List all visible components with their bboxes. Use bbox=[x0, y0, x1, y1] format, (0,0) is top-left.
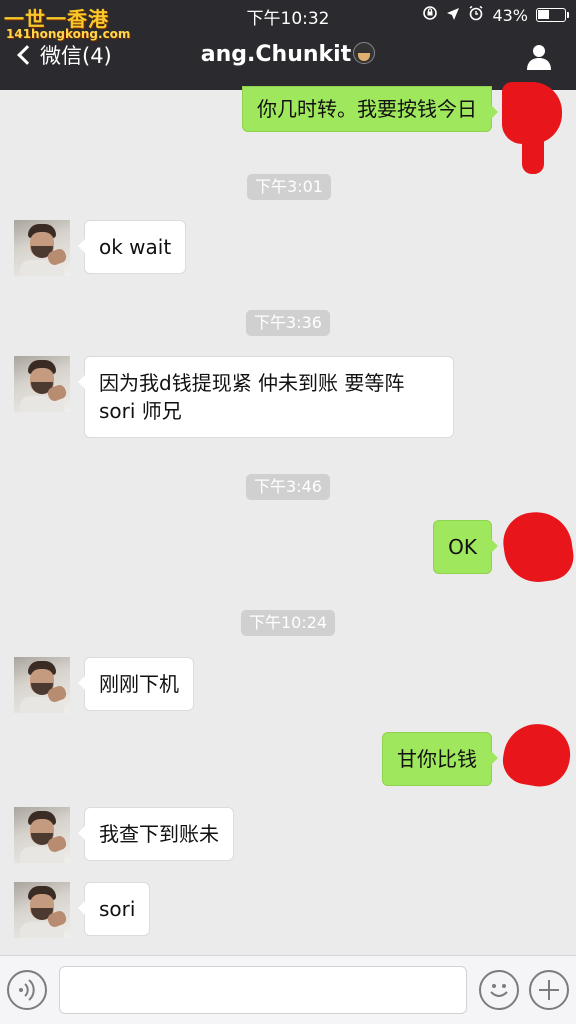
message-text: ok wait bbox=[99, 235, 172, 259]
status-icons: 43% bbox=[422, 5, 569, 25]
battery-percent: 43% bbox=[492, 5, 528, 25]
message-bubble-outgoing[interactable]: 甘你比钱 bbox=[382, 732, 498, 786]
location-icon bbox=[446, 6, 460, 25]
nav-bar: 微信(4) ang.Chunkit bbox=[0, 32, 576, 88]
message-text-line: sori 师兄 bbox=[99, 399, 182, 423]
timestamp: 下午3:01 bbox=[247, 174, 331, 200]
status-bar: 一世一香港 141hongkong.com 下午10:32 43% bbox=[0, 0, 576, 41]
timestamp: 下午10:24 bbox=[241, 610, 336, 636]
avatar[interactable] bbox=[14, 657, 70, 713]
redacted-avatar bbox=[499, 718, 575, 792]
avatar[interactable] bbox=[14, 882, 70, 938]
chat-title: ang.Chunkit bbox=[0, 42, 576, 67]
message-bubble-outgoing[interactable]: 你几时转。我要按钱今日 bbox=[242, 86, 498, 132]
message-text-line: 因为我d钱提现紧 仲未到账 要等阵 bbox=[99, 371, 405, 395]
redacted-avatar bbox=[499, 507, 576, 587]
redacted-avatar-drip bbox=[522, 130, 544, 174]
plus-icon bbox=[539, 980, 559, 1000]
input-bar bbox=[0, 955, 576, 1024]
person-icon bbox=[527, 45, 551, 70]
message-input[interactable] bbox=[59, 966, 467, 1014]
message-bubble-outgoing[interactable]: OK bbox=[433, 520, 498, 574]
message-text: 我查下到账未 bbox=[99, 822, 219, 846]
battery-level bbox=[538, 10, 549, 19]
message-bubble-incoming[interactable]: sori bbox=[77, 882, 151, 936]
message-text: sori bbox=[99, 897, 136, 921]
chat-title-text: ang.Chunkit bbox=[200, 42, 352, 67]
message-text: 你几时转。我要按钱今日 bbox=[257, 97, 477, 121]
timestamp: 下午3:36 bbox=[246, 310, 330, 336]
message-bubble-incoming[interactable]: 刚刚下机 bbox=[78, 657, 194, 711]
battery-icon bbox=[536, 8, 569, 22]
voice-icon bbox=[19, 979, 35, 1001]
message-text: OK bbox=[448, 535, 477, 559]
message-bubble-incoming[interactable]: ok wait bbox=[77, 220, 187, 274]
avatar[interactable] bbox=[14, 807, 70, 863]
alarm-icon bbox=[468, 5, 484, 25]
voice-button[interactable] bbox=[7, 970, 47, 1010]
avatar[interactable] bbox=[14, 356, 70, 412]
timestamp: 下午3:46 bbox=[246, 474, 330, 500]
emoji-icon bbox=[490, 984, 508, 997]
rotation-lock-icon bbox=[422, 5, 438, 25]
emoji-face-icon bbox=[353, 42, 376, 64]
emoji-button[interactable] bbox=[479, 970, 519, 1010]
message-text: 刚刚下机 bbox=[99, 672, 179, 696]
plus-button[interactable] bbox=[529, 970, 569, 1010]
avatar[interactable] bbox=[14, 220, 70, 276]
message-bubble-incoming[interactable]: 我查下到账未 bbox=[78, 807, 234, 861]
profile-button[interactable] bbox=[524, 42, 554, 72]
message-bubble-incoming[interactable]: 因为我d钱提现紧 仲未到账 要等阵 sori 师兄 bbox=[78, 356, 454, 438]
message-text: 甘你比钱 bbox=[397, 747, 477, 771]
top-bar: 一世一香港 141hongkong.com 下午10:32 43% 微信(4) … bbox=[0, 0, 576, 90]
